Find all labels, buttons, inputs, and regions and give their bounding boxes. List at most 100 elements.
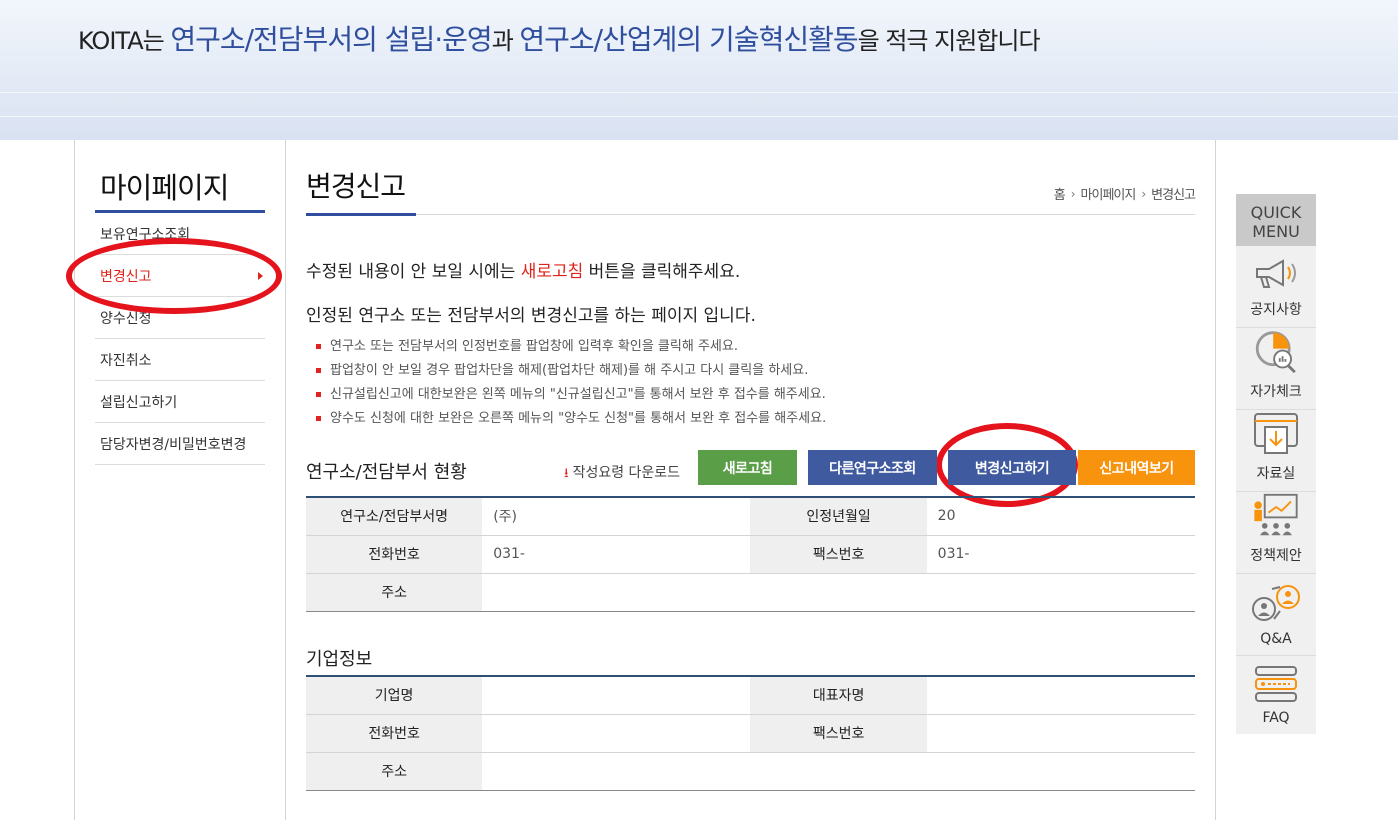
page-title: 변경신고 — [306, 170, 406, 203]
table-row: 주소 — [306, 573, 1195, 612]
table-value-cell: 20 — [926, 497, 1195, 536]
section-title: 기업정보 — [306, 649, 373, 670]
quick-item-label: Q&A — [1260, 631, 1292, 647]
page-description: 인정된 연구소 또는 전담부서의 변경신고를 하는 페이지 입니다. — [306, 306, 756, 326]
change-report-button[interactable]: 변경신고하기 — [948, 450, 1076, 485]
sidebar-item-lab-lookup[interactable]: 보유연구소조회 — [95, 213, 265, 255]
quick-item-notice[interactable]: 공지사항 — [1236, 246, 1316, 328]
top-banner: KOITA는 연구소/전담부서의 설립·운영과 연구소/산업계의 기술혁신활동을… — [0, 0, 1398, 140]
sidebar-item-label: 자진취소 — [100, 352, 152, 369]
sidebar-item-establish-report[interactable]: 설립신고하기 — [95, 381, 265, 423]
table-header-cell: 기업명 — [306, 676, 483, 715]
table-value-cell — [926, 714, 1195, 753]
chevron-right-icon — [258, 271, 263, 280]
table-value-cell — [482, 676, 751, 715]
table-value-cell: (주) — [482, 497, 751, 536]
sidebar-item-transfer-request[interactable]: 양수신청 — [95, 297, 265, 339]
table-header-cell: 팩스번호 — [750, 714, 927, 753]
sidebar-item-voluntary-cancel[interactable]: 자진취소 — [95, 339, 265, 381]
layout-divider — [74, 140, 75, 820]
instruction-list: 연구소 또는 전담부서의 인정번호를 팝업창에 입력후 확인을 클릭해 주세요.… — [316, 338, 826, 434]
table-row: 기업명 대표자명 — [306, 676, 1195, 715]
sidebar-item-change-report[interactable]: 변경신고 — [95, 255, 265, 297]
main-content: 변경신고 홈 › 마이페이지 › 변경신고 수정된 내용이 안 보일 시에는 새… — [306, 165, 1196, 791]
quick-item-label: 공지사항 — [1250, 302, 1302, 318]
breadcrumb-separator-icon: › — [1141, 186, 1146, 201]
sidebar-item-label: 설립신고하기 — [100, 394, 178, 411]
table-row: 연구소/전담부서명 (주) 인정년월일 20 — [306, 497, 1195, 536]
banner-slogan: KOITA는 연구소/전담부서의 설립·운영과 연구소/산업계의 기술혁신활동을… — [78, 18, 1041, 58]
table-header-cell: 연구소/전담부서명 — [306, 497, 483, 536]
quick-item-archive[interactable]: 자료실 — [1236, 410, 1316, 492]
table-header-cell: 전화번호 — [306, 714, 483, 753]
title-underline — [306, 213, 416, 216]
instruction-item: 연구소 또는 전담부서의 인정번호를 팝업창에 입력후 확인을 클릭해 주세요. — [316, 338, 826, 362]
quick-menu-title-line: MENU — [1252, 222, 1300, 241]
notice-text: 수정된 내용이 안 보일 시에는 — [306, 262, 521, 282]
table-row: 전화번호 팩스번호 — [306, 714, 1195, 753]
company-info-table: 기업명 대표자명 전화번호 팩스번호 주소 — [306, 675, 1195, 791]
quick-item-self-check[interactable]: 자가체크 — [1236, 328, 1316, 410]
banner-text-part: 을 적극 지원합니다 — [857, 27, 1041, 55]
table-value-cell — [926, 676, 1195, 715]
quick-item-label: 자료실 — [1256, 466, 1296, 482]
breadcrumb: 홈 › 마이페이지 › 변경신고 — [1054, 184, 1196, 204]
breadcrumb-separator-icon: › — [1070, 186, 1076, 201]
faq-icon — [1255, 666, 1297, 702]
refresh-button[interactable]: 새로고침 — [698, 450, 797, 485]
instruction-item: 팝업창이 안 보일 경우 팝업차단을 해제(팝업차단 해제)를 해 주시고 다시… — [316, 362, 826, 386]
sidebar-item-label: 양수신청 — [100, 310, 152, 327]
quick-menu-title: QUICK MENU — [1236, 194, 1316, 246]
banner-decoration — [0, 92, 1398, 93]
quick-item-qa[interactable]: Q&A — [1236, 574, 1316, 656]
quick-menu-title-line: QUICK — [1250, 203, 1302, 222]
table-header-cell: 주소 — [306, 752, 483, 791]
table-value-cell: 031- — [482, 535, 751, 574]
table-row: 주소 — [306, 752, 1195, 791]
download-guide-link[interactable]: ⭳ 작성요령 다운로드 — [564, 462, 680, 486]
sidebar-item-label: 변경신고 — [100, 268, 152, 285]
banner-text-part: 과 — [491, 27, 520, 55]
sidebar: 마이페이지 보유연구소조회 변경신고 양수신청 자진취소 설립신고하기 담당자변… — [95, 165, 265, 465]
sidebar-item-label: 보유연구소조회 — [100, 226, 191, 243]
banner-decoration — [0, 116, 1398, 117]
breadcrumb-home[interactable]: 홈 — [1054, 184, 1066, 203]
sidebar-item-manager-password[interactable]: 담당자변경/비밀번호변경 — [95, 423, 265, 465]
quick-item-policy-proposal[interactable]: 정책제안 — [1236, 492, 1316, 574]
breadcrumb-mypage[interactable]: 마이페이지 — [1081, 184, 1137, 203]
other-lab-lookup-button[interactable]: 다른연구소조회 — [808, 450, 937, 485]
archive-download-icon — [1254, 413, 1298, 454]
section-title: 연구소/전담부서 현황 — [306, 462, 467, 483]
instruction-item: 양수도 신청에 대한 보완은 오른쪽 메뉴의 "양수도 신청"를 통해서 보완 … — [316, 410, 826, 434]
table-value-cell — [482, 573, 1195, 612]
download-icon: ⭳ — [564, 466, 569, 481]
quick-menu: QUICK MENU 공지사항 자가체크 자료실 정책제안 Q&A FAQ — [1236, 194, 1316, 734]
lab-info-table: 연구소/전담부서명 (주) 인정년월일 20 전화번호 031- 팩스번호 03… — [306, 496, 1195, 612]
banner-text-highlight: 연구소/전담부서의 설립·운영 — [170, 23, 492, 56]
download-label: 작성요령 다운로드 — [572, 465, 681, 481]
table-header-cell: 대표자명 — [750, 676, 927, 715]
table-header-cell: 팩스번호 — [750, 535, 927, 574]
table-row: 전화번호 031- 팩스번호 031- — [306, 535, 1195, 574]
instruction-item: 신규설립신고에 대한보완은 왼쪽 메뉴의 "신규설립신고"를 통해서 보완 후 … — [316, 386, 826, 410]
table-header-cell: 인정년월일 — [750, 497, 927, 536]
table-value-cell — [482, 752, 1195, 791]
quick-item-label: FAQ — [1262, 710, 1290, 726]
page-title-bar: 변경신고 홈 › 마이페이지 › 변경신고 — [306, 165, 1196, 216]
quick-item-faq[interactable]: FAQ — [1236, 656, 1316, 734]
table-value-cell: 031- — [926, 535, 1195, 574]
refresh-notice: 수정된 내용이 안 보일 시에는 새로고침 버튼을 클릭해주세요. — [306, 257, 740, 282]
presentation-icon — [1254, 493, 1298, 536]
sidebar-title: 마이페이지 — [95, 165, 265, 213]
table-header-cell: 전화번호 — [306, 535, 483, 574]
quick-item-label: 자가체크 — [1250, 384, 1302, 400]
banner-text-highlight: 연구소/산업계의 기술혁신활동 — [519, 23, 858, 56]
company-section-header: 기업정보 — [306, 637, 1195, 677]
notice-highlight: 새로고침 — [520, 262, 584, 282]
report-history-button[interactable]: 신고내역보기 — [1078, 450, 1195, 485]
notice-text: 버튼을 클릭해주세요. — [583, 262, 741, 282]
table-value-cell — [482, 714, 751, 753]
quick-item-label: 정책제안 — [1250, 548, 1302, 564]
table-header-cell: 주소 — [306, 573, 483, 612]
layout-divider — [285, 140, 286, 820]
